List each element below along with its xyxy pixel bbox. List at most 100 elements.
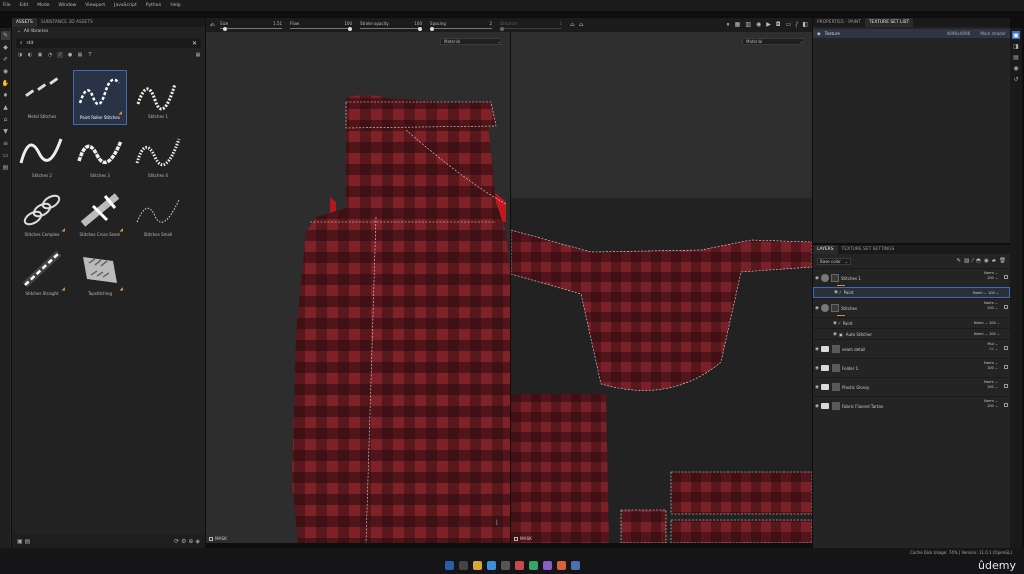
mask-checkbox[interactable] [209, 536, 213, 541]
render-icon[interactable]: ◉ [756, 21, 761, 29]
layers-stack-icon[interactable]: ≡ [1, 139, 10, 148]
eye-icon[interactable]: ◉ [813, 385, 821, 390]
layer-blend[interactable]: Norm ⌄ 100 ⌄ [974, 332, 1000, 336]
eye-icon[interactable]: ◉ [813, 347, 821, 352]
pause-icon[interactable]: ⏸ [727, 21, 730, 29]
eye-icon[interactable]: ◉ [817, 31, 821, 36]
grid-view-icon[interactable]: ▦ [195, 52, 201, 58]
document-icon[interactable]: ▤ [1, 163, 10, 172]
geometry-fill-icon[interactable]: ◉ [1, 67, 10, 76]
layer-checkbox[interactable] [1004, 346, 1008, 350]
viewport-2d-channel-select[interactable]: Material ⌄ [742, 38, 804, 45]
asset-topstitching[interactable]: ◢ Topstitching [73, 247, 127, 302]
refresh-icon[interactable]: ⟳ [174, 538, 179, 545]
filter-text-icon[interactable]: T [87, 52, 93, 58]
library-selector[interactable]: ⌄ All libraries [12, 27, 205, 36]
asset-stitches-2[interactable]: Stitches 2 [15, 129, 69, 184]
camera-icon[interactable]: ▶ [766, 21, 771, 29]
more-icon[interactable]: ◈ [195, 538, 200, 545]
layer-checkbox[interactable] [1004, 384, 1008, 388]
asset-stitches-small[interactable]: Stitches Small [131, 188, 185, 243]
app-icon[interactable] [528, 560, 538, 570]
viewport-3d-mask-toggle[interactable]: MASK [209, 536, 227, 541]
eye-icon[interactable]: ◉ [831, 332, 839, 337]
view-mode-icon[interactable]: ▭ [786, 21, 792, 29]
bake-settings-icon[interactable]: ◉ [1012, 64, 1020, 72]
mask-checkbox[interactable] [514, 536, 518, 541]
asset-stitches-4[interactable]: Stitches 4 [131, 129, 185, 184]
eye-icon[interactable]: ◉ [813, 306, 821, 311]
brush-mode-icon[interactable]: ⁄ [796, 21, 798, 29]
asset-stitches-straight[interactable]: ◢ Stitches Straight [15, 247, 69, 302]
smudge-icon[interactable]: ✋ [1, 79, 10, 88]
layer-stitches-1[interactable]: ◉ Stitches 1 Norm ⌄ 100 ⌄ [813, 268, 1010, 287]
menu-python[interactable]: Python [146, 3, 162, 8]
viewport-2d[interactable]: Material ⌄ MASK [511, 32, 812, 543]
store-icon[interactable] [500, 560, 510, 570]
size-param[interactable]: Size 1.51 [220, 21, 283, 31]
stroke-opacity-param[interactable]: Stroke opacity 100 [360, 21, 423, 31]
menu-help[interactable]: Help [170, 3, 180, 8]
viewport-3d-channel-select[interactable]: Material ⌄ [440, 38, 502, 45]
add-folder-icon[interactable]: ▰ [992, 258, 996, 264]
app-icon[interactable] [556, 560, 566, 570]
layer-blend[interactable]: Norm ⌄ 100 ⌄ [974, 321, 1000, 325]
eye-icon[interactable]: ◉ [813, 404, 821, 409]
eraser-icon[interactable]: ◆ [1, 43, 10, 52]
layer-checkbox[interactable] [1004, 275, 1008, 279]
filter-brush-icon[interactable]: ⁄ [57, 52, 63, 58]
filter-material-icon[interactable]: ◐ [27, 52, 33, 58]
flow-param[interactable]: Flow 100 [290, 21, 353, 31]
layer-checkbox[interactable] [1004, 305, 1008, 309]
delete-layer-icon[interactable]: 🗑 [999, 258, 1006, 264]
layer-blend[interactable]: Norm ⌄ 100 ⌄ [984, 361, 998, 371]
size-value[interactable]: 1.51 [273, 21, 282, 26]
filter-alpha-icon[interactable]: ● [67, 52, 73, 58]
asset-stitches-1[interactable]: Stitches 1 [131, 70, 185, 125]
menu-window[interactable]: Window [59, 3, 77, 8]
filter-mask-icon[interactable]: ▣ [37, 52, 43, 58]
clear-search-icon[interactable]: ✕ [192, 40, 197, 47]
add-fill-layer-icon[interactable]: ◓ [976, 258, 981, 264]
spacing-param[interactable]: Spacing 2 [430, 21, 493, 31]
projection-icon[interactable]: ✐ [1, 55, 10, 64]
clone-icon[interactable]: ♦ [1, 91, 10, 100]
distance-param[interactable]: Distance 1 [500, 21, 563, 31]
lazy-mouse-icon[interactable]: ⌓ [579, 21, 584, 29]
distance-slider[interactable] [500, 26, 563, 31]
asset-stitches-3[interactable]: Stitches 3 [73, 129, 127, 184]
layer-checkbox[interactable] [1004, 403, 1008, 407]
substance-painter-app-icon[interactable] [514, 560, 524, 570]
layout-icon[interactable]: ▥ [745, 21, 751, 29]
grid-icon[interactable]: ▦ [735, 21, 741, 29]
tab-layers[interactable]: LAYERS [813, 245, 838, 254]
layer-blend[interactable]: Norm ⌄ 100 ⌄ [973, 291, 999, 295]
export-icon[interactable]: ▤ [25, 538, 31, 545]
asset-paint-roller-stitches[interactable]: ◢ Paint Roller Stitches [73, 70, 127, 125]
filter-filter-icon[interactable]: ◔ [47, 52, 53, 58]
menu-javascript[interactable]: JavaScript [114, 3, 137, 8]
add-smart-material-icon[interactable]: ◉ [984, 258, 989, 264]
layer-auto-stitcher[interactable]: ◉ ▣ Auto Stitcher Norm ⌄ 100 ⌄ [813, 328, 1010, 339]
picker-icon[interactable]: ▲ [1, 103, 10, 112]
channel-select[interactable]: Base color ⌄ [817, 257, 851, 265]
layer-paint-effect-2[interactable]: ◉ ⁄ Paint Norm ⌄ 100 ⌄ [813, 317, 1010, 328]
screenshot-icon[interactable]: ◘ [776, 21, 781, 29]
viewport-2d-mask-toggle[interactable]: MASK [514, 536, 532, 541]
add-icon[interactable]: ⊕ [188, 538, 193, 545]
app-icon[interactable] [570, 560, 580, 570]
shader-settings-icon[interactable]: ▤ [1012, 53, 1020, 61]
add-mask-icon[interactable]: ▨ [964, 258, 969, 264]
brush-settings-icon[interactable]: ✍ [210, 22, 215, 29]
size-slider[interactable] [220, 26, 283, 31]
layer-plastic-glossy[interactable]: ◉ Plastic Glossy Norm ⌄ 100 ⌄ [813, 377, 1010, 396]
layer-stitches[interactable]: ◉ Stitches Norm ⌄ 100 ⌄ [813, 298, 1010, 317]
search-app-icon[interactable] [458, 560, 468, 570]
spacing-slider[interactable] [430, 26, 493, 31]
bake-icon[interactable]: ⌂ [1, 115, 10, 124]
stroke-opacity-value[interactable]: 100 [414, 21, 422, 26]
eye-icon[interactable]: ◉ [831, 321, 839, 326]
viewer-settings-icon[interactable]: ◧ [802, 21, 808, 29]
start-icon[interactable] [444, 560, 454, 570]
search-input[interactable]: ⌕ stit ✕ [16, 38, 201, 48]
